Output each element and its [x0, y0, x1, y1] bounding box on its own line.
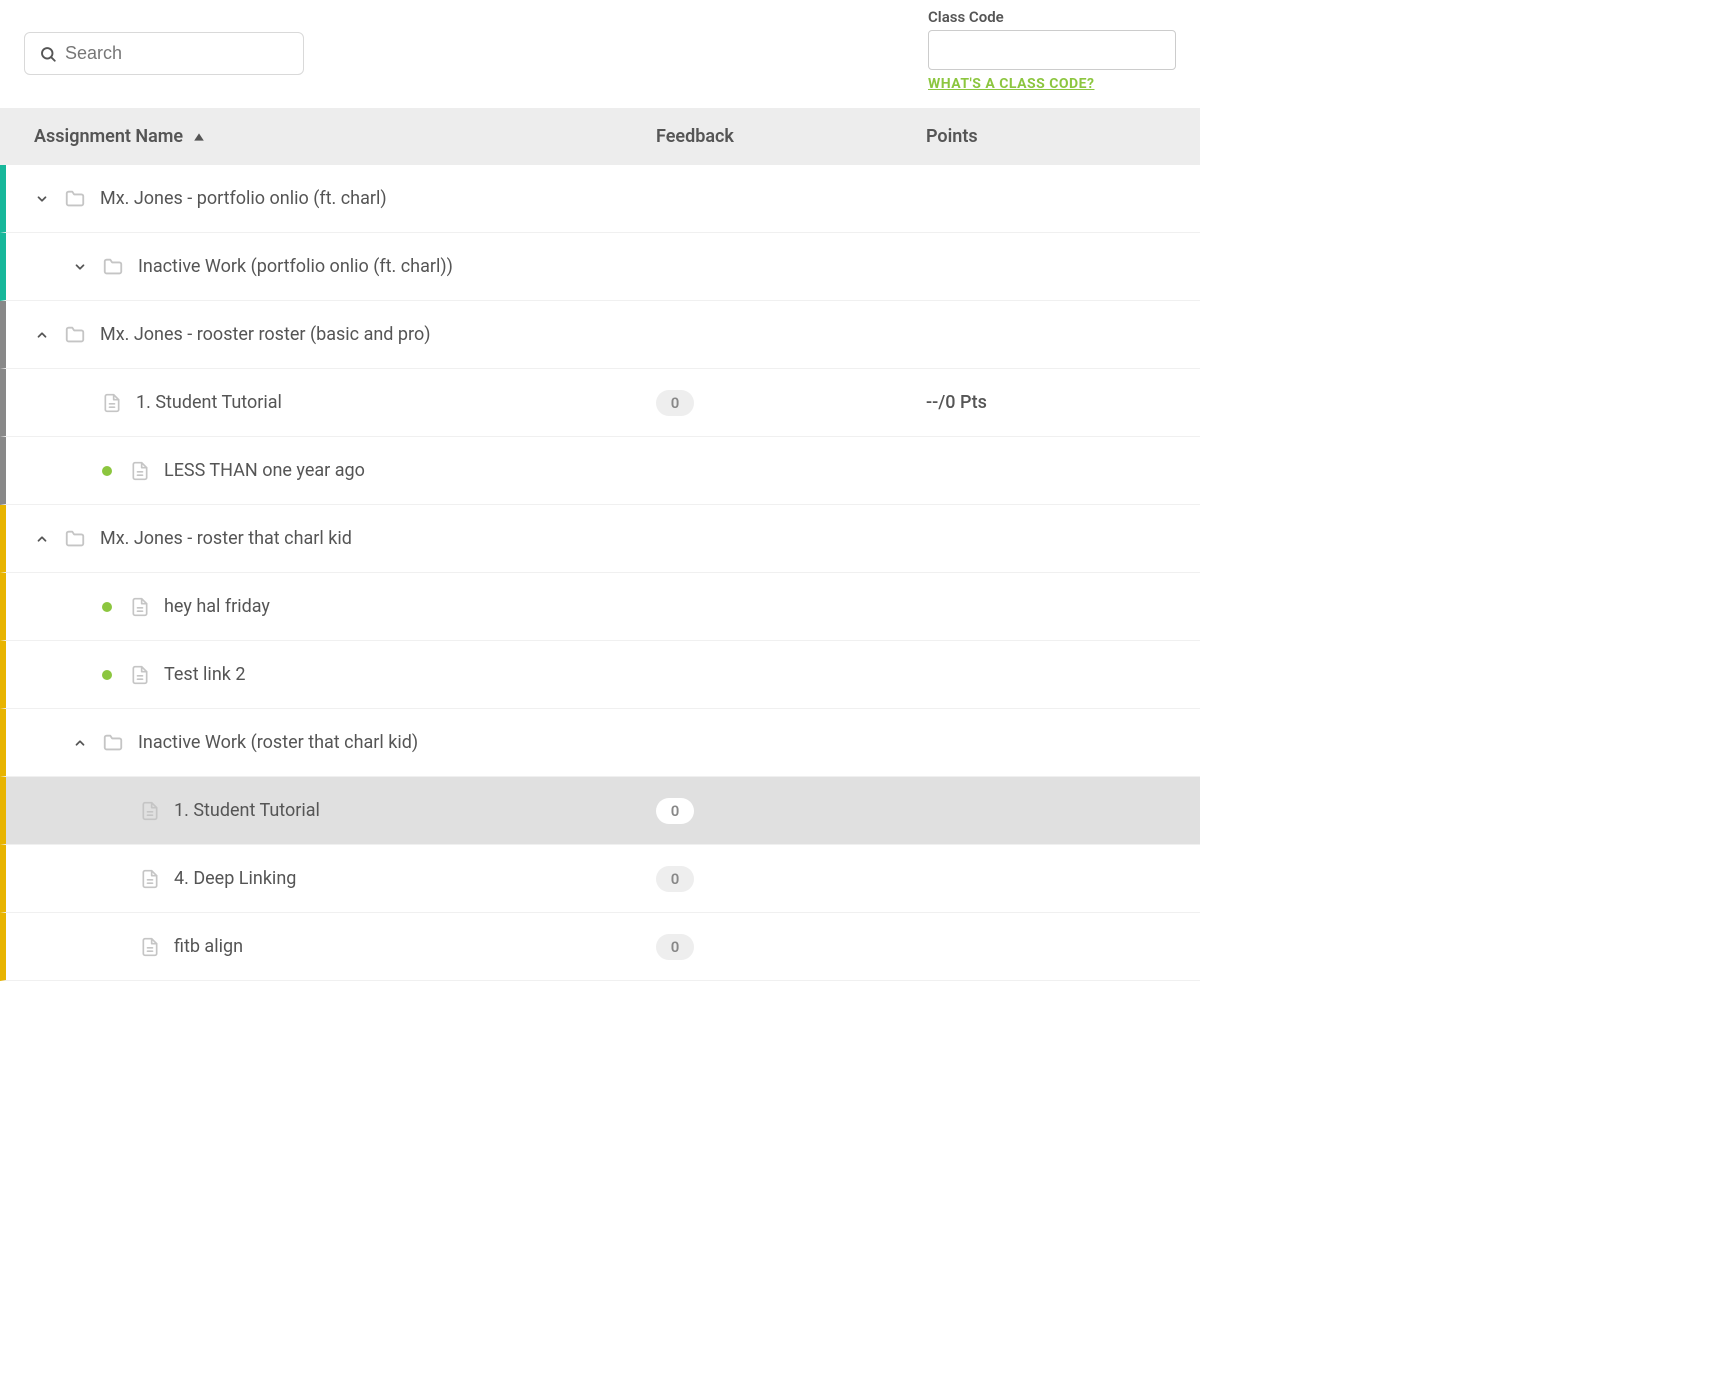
table-row[interactable]: 4. Deep Linking 0: [0, 845, 1200, 913]
status-dot-icon: [102, 670, 112, 680]
column-header-feedback[interactable]: Feedback: [656, 126, 926, 147]
row-name-cell: 1. Student Tutorial: [6, 800, 656, 821]
column-header-points[interactable]: Points: [926, 126, 1176, 147]
table-row[interactable]: hey hal friday: [0, 573, 1200, 641]
row-name-cell: Mx. Jones - rooster roster (basic and pr…: [6, 324, 656, 346]
table-row[interactable]: LESS THAN one year ago: [0, 437, 1200, 505]
feedback-badge[interactable]: 0: [656, 866, 694, 892]
chevron-down-icon[interactable]: [72, 260, 88, 274]
table-row[interactable]: Mx. Jones - portfolio onlio (ft. charl): [0, 165, 1200, 233]
class-code-help-link[interactable]: WHAT'S A CLASS CODE?: [928, 76, 1094, 92]
class-code-input[interactable]: [928, 30, 1176, 70]
table-row[interactable]: fitb align 0: [0, 913, 1200, 981]
folder-icon: [64, 188, 86, 210]
search-icon: [39, 45, 57, 63]
row-name-text: LESS THAN one year ago: [164, 460, 365, 481]
row-name-cell: LESS THAN one year ago: [6, 460, 656, 481]
document-icon: [102, 393, 122, 413]
table-row[interactable]: Mx. Jones - rooster roster (basic and pr…: [0, 301, 1200, 369]
document-icon: [130, 461, 150, 481]
assignment-list: Mx. Jones - portfolio onlio (ft. charl) I…: [0, 165, 1200, 981]
row-name-cell: 1. Student Tutorial: [6, 392, 656, 413]
document-icon: [140, 801, 160, 821]
row-name-text: Mx. Jones - portfolio onlio (ft. charl): [100, 188, 387, 209]
top-bar: Class Code WHAT'S A CLASS CODE?: [0, 0, 1200, 108]
chevron-down-icon[interactable]: [34, 192, 50, 206]
row-name-text: Mx. Jones - roster that charl kid: [100, 528, 352, 549]
row-name-cell: Inactive Work (portfolio onlio (ft. char…: [6, 256, 656, 278]
table-row[interactable]: 1. Student Tutorial 0 --/0 Pts: [0, 369, 1200, 437]
row-points-text: --/0 Pts: [926, 392, 987, 413]
chevron-up-icon[interactable]: [34, 328, 50, 342]
row-feedback-cell: 0: [656, 390, 926, 416]
table-row[interactable]: Mx. Jones - roster that charl kid: [0, 505, 1200, 573]
row-name-cell: Test link 2: [6, 664, 656, 685]
table-row[interactable]: Inactive Work (portfolio onlio (ft. char…: [0, 233, 1200, 301]
row-feedback-cell: 0: [656, 798, 926, 824]
search-box[interactable]: [24, 32, 304, 75]
row-feedback-cell: 0: [656, 866, 926, 892]
table-row[interactable]: Inactive Work (roster that charl kid): [0, 709, 1200, 777]
row-name-text: fitb align: [174, 936, 243, 957]
column-header-name[interactable]: Assignment Name: [34, 126, 656, 147]
document-icon: [130, 665, 150, 685]
folder-icon: [64, 528, 86, 550]
row-name-text: hey hal friday: [164, 596, 270, 617]
feedback-badge[interactable]: 0: [656, 390, 694, 416]
row-name-cell: hey hal friday: [6, 596, 656, 617]
row-name-cell: Mx. Jones - roster that charl kid: [6, 528, 656, 550]
row-name-text: Inactive Work (portfolio onlio (ft. char…: [138, 256, 453, 277]
row-name-text: Test link 2: [164, 664, 245, 685]
status-dot-icon: [102, 466, 112, 476]
sort-asc-icon: [193, 131, 205, 143]
folder-icon: [102, 256, 124, 278]
document-icon: [140, 869, 160, 889]
row-name-text: 1. Student Tutorial: [136, 392, 282, 413]
chevron-up-icon[interactable]: [34, 532, 50, 546]
folder-icon: [64, 324, 86, 346]
row-name-cell: Mx. Jones - portfolio onlio (ft. charl): [6, 188, 656, 210]
search-input[interactable]: [65, 43, 289, 64]
table-row[interactable]: 1. Student Tutorial 0: [0, 777, 1200, 845]
class-code-block: Class Code WHAT'S A CLASS CODE?: [928, 8, 1176, 92]
row-name-text: 4. Deep Linking: [174, 868, 296, 889]
column-header-feedback-text: Feedback: [656, 126, 734, 147]
feedback-badge[interactable]: 0: [656, 934, 694, 960]
feedback-badge[interactable]: 0: [656, 798, 694, 824]
row-name-text: 1. Student Tutorial: [174, 800, 320, 821]
row-feedback-cell: 0: [656, 934, 926, 960]
table-row[interactable]: Test link 2: [0, 641, 1200, 709]
document-icon: [130, 597, 150, 617]
row-name-text: Mx. Jones - rooster roster (basic and pr…: [100, 324, 430, 345]
document-icon: [140, 937, 160, 957]
row-points-cell: --/0 Pts: [926, 392, 1176, 413]
status-dot-icon: [102, 602, 112, 612]
column-header-points-text: Points: [926, 126, 978, 147]
column-header-name-text: Assignment Name: [34, 126, 183, 147]
table-header: Assignment Name Feedback Points: [0, 108, 1200, 165]
row-name-cell: Inactive Work (roster that charl kid): [6, 732, 656, 754]
row-name-cell: 4. Deep Linking: [6, 868, 656, 889]
class-code-label: Class Code: [928, 8, 1004, 26]
row-name-cell: fitb align: [6, 936, 656, 957]
row-name-text: Inactive Work (roster that charl kid): [138, 732, 418, 753]
folder-icon: [102, 732, 124, 754]
chevron-up-icon[interactable]: [72, 736, 88, 750]
